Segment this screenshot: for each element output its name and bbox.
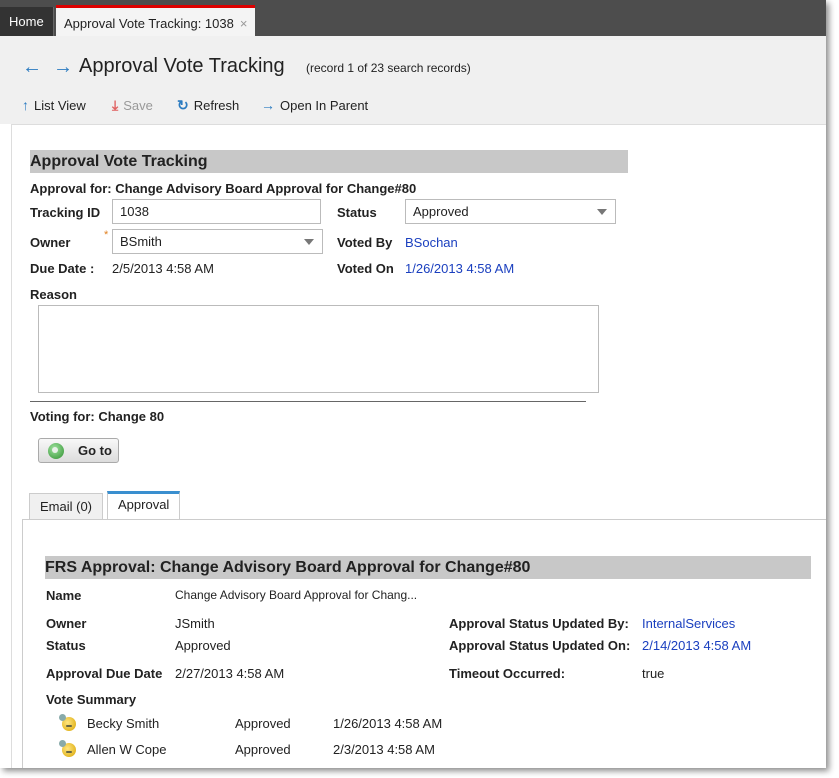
refresh-icon: ↻ [177, 97, 189, 113]
timeout-label: Timeout Occurred: [449, 666, 566, 681]
approval-name-value: Change Advisory Board Approval for Chang… [175, 588, 418, 602]
goto-label: Go to [78, 443, 112, 458]
vote-name: Allen W Cope [87, 742, 167, 757]
list-view-button[interactable]: ↑ List View [22, 97, 86, 113]
divider [30, 401, 586, 402]
vote-summary-label: Vote Summary [46, 692, 137, 707]
back-arrow-icon[interactable]: ← [22, 56, 42, 79]
tab-approval-vote-tracking[interactable]: Approval Vote Tracking: 1038 × [56, 5, 256, 36]
section-header: Approval Vote Tracking [30, 150, 628, 173]
vote-status: Approved [235, 716, 291, 731]
due-date-label: Due Date : [30, 261, 95, 276]
close-icon[interactable]: × [240, 16, 248, 31]
forward-arrow-icon[interactable]: → [53, 56, 73, 79]
approval-owner-value: JSmith [175, 616, 215, 631]
approval-status-label: Status [46, 638, 86, 653]
download-icon: ⤓ [112, 97, 119, 113]
voted-on-value: 1/26/2013 4:58 AM [405, 261, 515, 276]
required-marker: * [104, 229, 109, 241]
voted-by-link[interactable]: BSochan [405, 235, 458, 250]
owner-select-value: BSmith [120, 234, 162, 249]
status-updated-by-label: Approval Status Updated By: [449, 616, 629, 631]
reason-textarea[interactable] [38, 305, 599, 393]
page-title: Approval Vote Tracking [79, 55, 285, 77]
timeout-value: true [642, 666, 665, 681]
app-window: Home Approval Vote Tracking: 1038 × ← → A… [0, 0, 826, 768]
tracking-id-input[interactable]: 1038 [112, 199, 321, 224]
status-label: Status [337, 205, 377, 220]
vote-name: Becky Smith [87, 716, 160, 731]
arrow-up-icon: ↑ [22, 97, 29, 113]
approval-owner-label: Owner [46, 616, 87, 631]
vote-status: Approved [235, 742, 291, 757]
status-updated-by-link[interactable]: InternalServices [642, 616, 735, 631]
chevron-down-icon [597, 209, 607, 215]
save-button[interactable]: ⤓ Save [112, 97, 153, 114]
tracking-id-label: Tracking ID [30, 205, 101, 220]
owner-select[interactable]: BSmith [112, 229, 323, 254]
reason-label: Reason [30, 287, 77, 302]
tab-home[interactable]: Home [0, 7, 54, 36]
voted-by-label: Voted By [337, 235, 393, 250]
status-updated-on-label: Approval Status Updated On: [449, 638, 631, 653]
status-updated-on-value: 2/14/2013 4:58 AM [642, 638, 752, 653]
owner-label: Owner [30, 235, 71, 250]
refresh-label: Refresh [193, 98, 240, 113]
voted-on-label: Voted On [337, 261, 394, 276]
status-select-value: Approved [413, 204, 469, 219]
approval-section-header: FRS Approval: Change Advisory Board Appr… [45, 556, 811, 579]
voting-for-label: Voting for: Change 80 [30, 409, 165, 424]
record-info: (record 1 of 23 search records) [306, 61, 471, 75]
tab-email[interactable]: Email (0) [29, 493, 104, 519]
chevron-down-icon [304, 239, 314, 245]
approval-name-label: Name [46, 588, 82, 603]
tab-bar: Home Approval Vote Tracking: 1038 × [0, 0, 826, 36]
vote-date: 2/3/2013 4:58 AM [333, 742, 435, 757]
open-in-parent-button[interactable]: → Open In Parent [261, 97, 368, 113]
open-in-parent-label: Open In Parent [280, 98, 369, 113]
list-view-label: List View [34, 98, 86, 113]
due-date-value: 2/5/2013 4:58 AM [112, 261, 214, 276]
save-label: Save [123, 98, 153, 113]
user-vote-icon [59, 740, 76, 757]
tab-label: Approval Vote Tracking: 1038 [64, 16, 234, 31]
status-select[interactable]: Approved [405, 199, 616, 224]
approval-for-label: Approval for: Change Advisory Board Appr… [30, 181, 417, 196]
tab-approval[interactable]: Approval [107, 491, 181, 519]
approval-due-date-value: 2/27/2013 4:58 AM [175, 666, 285, 681]
vote-date: 1/26/2013 4:58 AM [333, 716, 443, 731]
goto-button[interactable]: Go to [38, 438, 119, 463]
user-vote-icon [59, 714, 76, 731]
approval-due-date-label: Approval Due Date [46, 666, 163, 681]
approval-status-value: Approved [175, 638, 231, 653]
arrow-right-icon: → [261, 97, 275, 113]
refresh-button[interactable]: ↻ Refresh [177, 97, 239, 114]
globe-icon [48, 443, 64, 459]
